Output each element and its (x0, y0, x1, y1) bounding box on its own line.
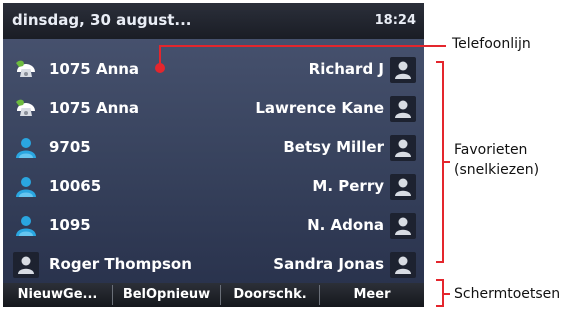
callout-softkeys: Schermtoetsen (454, 286, 561, 302)
callout-phone-line: Telefoonlijn (452, 36, 531, 52)
callout-favorites-title: Favorieten (454, 142, 528, 158)
callout-favorites: Favorieten (snelkiezen) (454, 140, 539, 180)
softkeys-bracket (436, 279, 444, 307)
favorites-bracket (436, 61, 444, 263)
phone-line-leader (159, 45, 446, 68)
callout-favorites-subtitle: (snelkiezen) (454, 162, 540, 178)
